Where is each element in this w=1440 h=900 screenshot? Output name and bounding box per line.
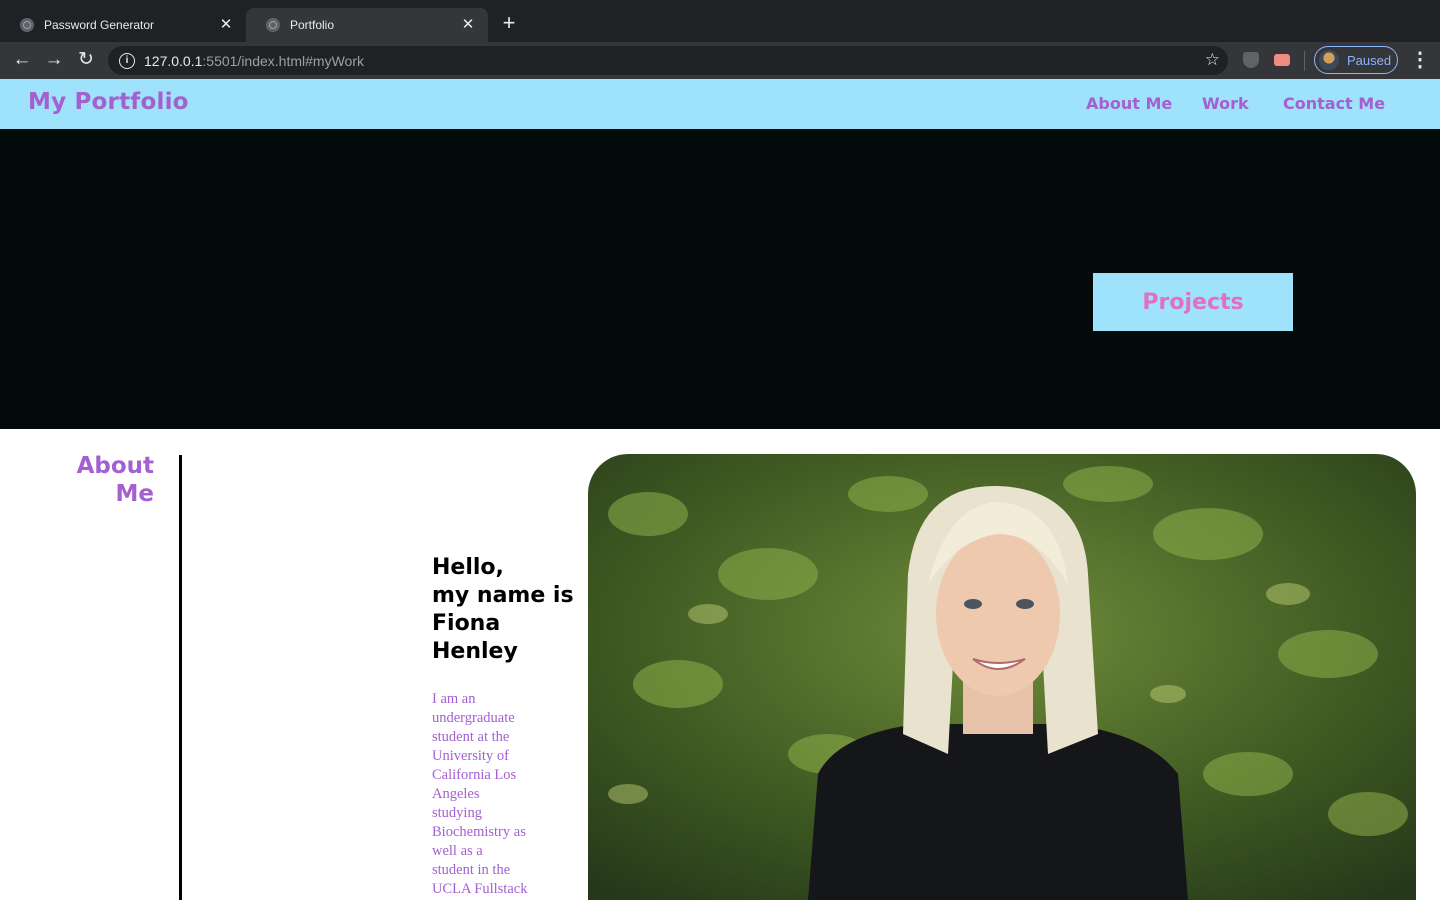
shield-extension-icon[interactable] (1243, 52, 1259, 68)
bio-line: University of (432, 748, 509, 764)
greeting-line: Hello, (432, 555, 504, 580)
nav-work[interactable]: Work (1202, 94, 1249, 113)
section-divider (179, 455, 182, 900)
bio-line: student in the (432, 862, 511, 878)
tab-strip: Password Generator ✕ Portfolio ✕ + (0, 0, 1440, 42)
profile-button[interactable]: Paused (1314, 46, 1398, 74)
hero-section: Projects (0, 129, 1440, 429)
tab-portfolio[interactable]: Portfolio ✕ (246, 8, 488, 42)
info-icon[interactable]: i (119, 52, 135, 69)
about-heading-line: About (76, 453, 154, 479)
globe-icon (20, 18, 34, 32)
site-header: My Portfolio About Me Work Contact Me (0, 79, 1440, 129)
profile-photo (588, 454, 1416, 900)
tab-password-generator[interactable]: Password Generator ✕ (0, 8, 246, 42)
greeting-line: Henley (432, 639, 518, 664)
bio-text: I am an undergraduate student at the Uni… (432, 690, 544, 899)
plus-icon[interactable]: + (498, 12, 520, 34)
about-heading: About Me (40, 452, 154, 508)
close-icon[interactable]: ✕ (218, 17, 234, 33)
reload-icon[interactable]: ↻ (74, 48, 98, 72)
avatar (1319, 50, 1339, 70)
bio-line: student at the (432, 729, 510, 745)
address-bar[interactable]: i 127.0.0.1:5501/index.html#myWork ☆ (108, 46, 1228, 75)
nav-about-me[interactable]: About Me (1086, 94, 1172, 113)
bio-line: Biochemistry as (432, 824, 526, 840)
greeting-line: my name is (432, 583, 574, 608)
forward-icon[interactable]: → (42, 48, 66, 72)
bio-line: undergraduate (432, 710, 515, 726)
star-icon[interactable]: ☆ (1205, 50, 1220, 70)
url-host: 127.0.0.1 (144, 52, 203, 69)
bio-line: I am an (432, 691, 476, 707)
about-heading-line: Me (115, 481, 155, 507)
extension-icon[interactable] (1274, 54, 1290, 66)
url-path: :5501/index.html#myWork (202, 52, 364, 69)
globe-icon (266, 18, 280, 32)
bio-line: well as a (432, 843, 483, 859)
url-text[interactable]: 127.0.0.1:5501/index.html#myWork (144, 53, 364, 69)
site-brand[interactable]: My Portfolio (28, 89, 189, 115)
close-icon[interactable]: ✕ (460, 17, 476, 33)
back-icon[interactable]: ← (10, 48, 34, 72)
more-menu-icon[interactable]: ⋮ (1410, 48, 1430, 72)
bio-line: studying (432, 805, 482, 821)
bio-line: Angeles (432, 786, 480, 802)
tab-title: Portfolio (290, 18, 335, 32)
profile-status: Paused (1347, 52, 1392, 68)
greeting-heading: Hello, my name is Fiona Henley (432, 554, 582, 666)
nav-contact-me[interactable]: Contact Me (1283, 94, 1385, 113)
bio-line: California Los (432, 767, 517, 783)
bio-line: UCLA Fullstack (432, 881, 528, 897)
toolbar-divider (1304, 51, 1305, 71)
browser-toolbar: ← → ↻ i 127.0.0.1:5501/index.html#myWork… (0, 42, 1440, 79)
tab-title: Password Generator (44, 18, 155, 32)
portrait-image (588, 454, 1416, 900)
greeting-line: Fiona (432, 611, 501, 636)
projects-button[interactable]: Projects (1093, 273, 1293, 331)
